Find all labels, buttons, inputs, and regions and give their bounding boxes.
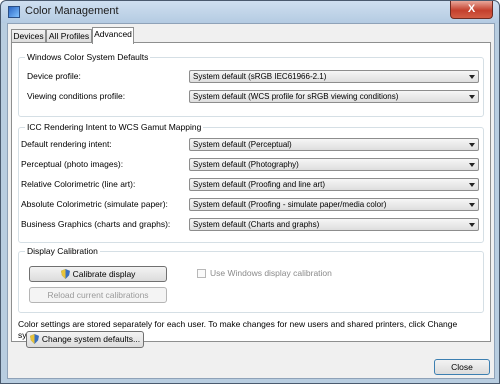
perceptual-label: Perceptual (photo images):: [21, 159, 124, 169]
window-title: Color Management: [25, 5, 119, 17]
chevron-down-icon: [469, 95, 475, 99]
chevron-down-icon: [469, 183, 475, 187]
viewing-conditions-label: Viewing conditions profile:: [27, 91, 126, 101]
advanced-tab-panel: Windows Color System Defaults Device pro…: [11, 42, 491, 342]
uac-shield-icon: [60, 269, 70, 279]
business-graphics-value: System default (Charts and graphs): [193, 220, 320, 229]
wcs-defaults-title: Windows Color System Defaults: [25, 52, 151, 62]
default-intent-label: Default rendering intent:: [21, 139, 112, 149]
uac-shield-icon: [29, 334, 39, 344]
absolute-colorimetric-label: Absolute Colorimetric (simulate paper):: [21, 199, 168, 209]
display-calibration-group: Display Calibration Calibrate display Us…: [18, 246, 484, 313]
display-calibration-title: Display Calibration: [25, 246, 100, 256]
absolute-colorimetric-value: System default (Proofing - simulate pape…: [193, 200, 387, 209]
icc-mapping-group: ICC Rendering Intent to WCS Gamut Mappin…: [18, 122, 484, 243]
perceptual-select[interactable]: System default (Photography): [189, 158, 479, 171]
business-graphics-select[interactable]: System default (Charts and graphs): [189, 218, 479, 231]
viewing-conditions-select[interactable]: System default (WCS profile for sRGB vie…: [189, 90, 479, 103]
color-management-window: Color Management X Devices All Profiles …: [0, 0, 500, 384]
relative-colorimetric-label: Relative Colorimetric (line art):: [21, 179, 136, 189]
business-graphics-label: Business Graphics (charts and graphs):: [21, 219, 171, 229]
tab-advanced[interactable]: Advanced: [92, 27, 134, 44]
device-profile-select[interactable]: System default (sRGB IEC61966-2.1): [189, 70, 479, 83]
perceptual-value: System default (Photography): [193, 160, 299, 169]
use-windows-calibration-label: Use Windows display calibration: [210, 268, 332, 278]
viewing-conditions-value: System default (WCS profile for sRGB vie…: [193, 92, 399, 101]
tab-all-profiles[interactable]: All Profiles: [46, 29, 92, 43]
chevron-down-icon: [469, 223, 475, 227]
use-windows-calibration-checkbox[interactable]: [197, 269, 206, 278]
absolute-colorimetric-select[interactable]: System default (Proofing - simulate pape…: [189, 198, 479, 211]
close-button[interactable]: Close: [434, 359, 490, 375]
default-intent-value: System default (Perceptual): [193, 140, 292, 149]
dialog-client-area: Devices All Profiles Advanced Windows Co…: [7, 23, 495, 379]
tab-devices[interactable]: Devices: [11, 29, 46, 43]
relative-colorimetric-value: System default (Proofing and line art): [193, 180, 326, 189]
calibrate-display-label: Calibrate display: [72, 269, 136, 279]
change-system-defaults-label: Change system defaults...: [41, 334, 141, 344]
device-profile-value: System default (sRGB IEC61966-2.1): [193, 72, 327, 81]
title-bar[interactable]: Color Management X: [1, 1, 499, 23]
window-close-button[interactable]: X: [450, 1, 493, 19]
chevron-down-icon: [469, 163, 475, 167]
icc-mapping-title: ICC Rendering Intent to WCS Gamut Mappin…: [25, 122, 204, 132]
reload-calibrations-button[interactable]: Reload current calibrations: [29, 287, 167, 303]
default-intent-select[interactable]: System default (Perceptual): [189, 138, 479, 151]
device-profile-label: Device profile:: [27, 71, 81, 81]
chevron-down-icon: [469, 75, 475, 79]
wcs-defaults-group: Windows Color System Defaults Device pro…: [18, 52, 484, 117]
chevron-down-icon: [469, 143, 475, 147]
calibrate-display-button[interactable]: Calibrate display: [29, 266, 167, 282]
chevron-down-icon: [469, 203, 475, 207]
relative-colorimetric-select[interactable]: System default (Proofing and line art): [189, 178, 479, 191]
color-management-icon: [8, 6, 20, 18]
change-system-defaults-button[interactable]: Change system defaults...: [26, 331, 144, 348]
